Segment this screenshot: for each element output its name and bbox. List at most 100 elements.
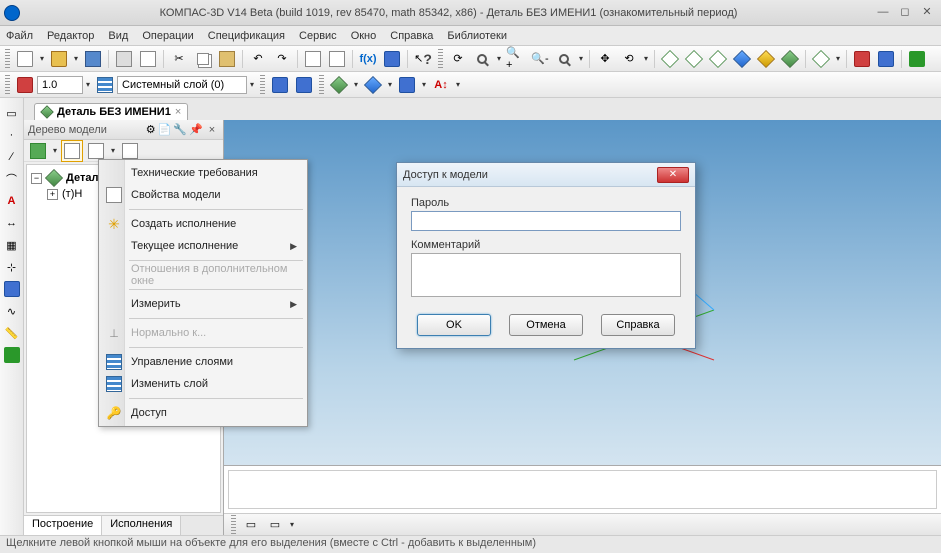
tree-tool-icon[interactable]: ⚙ xyxy=(146,123,156,136)
orient-dropdown[interactable]: ▾ xyxy=(833,48,843,70)
zoom-out-button[interactable]: 🔍- xyxy=(529,48,551,70)
context-menu-item[interactable]: Технические требования xyxy=(101,162,305,184)
cancel-button[interactable]: Отмена xyxy=(509,314,583,336)
curve-tool[interactable]: ∿ xyxy=(2,301,22,321)
view-perspective-button[interactable] xyxy=(779,48,801,70)
plane-dropdown[interactable]: ▾ xyxy=(419,74,429,96)
revolve-dropdown[interactable]: ▾ xyxy=(385,74,395,96)
help-cursor-button[interactable]: ↖? xyxy=(412,48,434,70)
copy-button[interactable] xyxy=(192,48,214,70)
text-button[interactable]: A↕ xyxy=(430,74,452,96)
view-wire-button[interactable] xyxy=(683,48,705,70)
view-shaded-edges-button[interactable] xyxy=(755,48,777,70)
layer-select[interactable] xyxy=(117,76,247,94)
paste-button[interactable] xyxy=(216,48,238,70)
toolbar-grip[interactable] xyxy=(260,75,265,95)
tree-tool-icon[interactable]: 🔧 xyxy=(173,123,187,136)
extrude-dropdown[interactable]: ▾ xyxy=(351,74,361,96)
fx-button[interactable]: f(x) xyxy=(357,48,379,70)
vars-button[interactable] xyxy=(381,48,403,70)
context-menu-item[interactable]: Измерить▶ xyxy=(101,293,305,315)
open-button[interactable] xyxy=(48,48,70,70)
view-hidden-button[interactable] xyxy=(707,48,729,70)
text-tool[interactable]: A xyxy=(2,191,22,211)
axis-tool[interactable]: ⊹ xyxy=(2,257,22,277)
maximize-button[interactable]: ◻ xyxy=(895,5,915,21)
menu-window[interactable]: Окно xyxy=(351,30,377,42)
toolbar-grip[interactable] xyxy=(319,75,324,95)
toolbar-grip[interactable] xyxy=(438,49,443,69)
menu-operations[interactable]: Операции xyxy=(142,30,193,42)
zoom-fit-button[interactable] xyxy=(471,48,493,70)
undo-button[interactable]: ↶ xyxy=(247,48,269,70)
orbit-dropdown[interactable]: ▾ xyxy=(641,48,651,70)
extrude-button[interactable] xyxy=(328,74,350,96)
menu-libraries[interactable]: Библиотеки xyxy=(447,30,507,42)
context-menu-item[interactable]: Управление слоями xyxy=(101,351,305,373)
ok-button[interactable]: OK xyxy=(417,314,491,336)
new-dropdown[interactable]: ▾ xyxy=(37,48,47,70)
dimension-tool[interactable]: ↔ xyxy=(2,213,22,233)
zoom-in-button[interactable]: 🔍+ xyxy=(505,48,527,70)
orbit-button[interactable]: ⟲ xyxy=(618,48,640,70)
comment-textarea[interactable] xyxy=(411,253,681,297)
toolbar-grip[interactable] xyxy=(231,515,236,535)
print-button[interactable] xyxy=(113,48,135,70)
menu-service[interactable]: Сервис xyxy=(299,30,337,42)
tree-btn-1[interactable] xyxy=(27,140,49,162)
toolbar-grip[interactable] xyxy=(5,75,10,95)
stop-button[interactable] xyxy=(14,74,36,96)
close-tab-button[interactable]: × xyxy=(175,106,181,118)
render-button[interactable] xyxy=(851,48,873,70)
edit-sketch-button[interactable] xyxy=(293,74,315,96)
close-window-button[interactable]: ✕ xyxy=(917,5,937,21)
menu-view[interactable]: Вид xyxy=(108,30,128,42)
expand-icon[interactable]: + xyxy=(47,189,58,200)
scale-dropdown[interactable]: ▾ xyxy=(83,74,93,96)
context-menu-item[interactable]: ✳Создать исполнение xyxy=(101,213,305,235)
password-input[interactable] xyxy=(411,211,681,231)
menu-specification[interactable]: Спецификация xyxy=(208,30,285,42)
rebuild-button[interactable] xyxy=(906,48,928,70)
plane-button[interactable] xyxy=(396,74,418,96)
section-button[interactable] xyxy=(875,48,897,70)
revolve-button[interactable] xyxy=(362,74,384,96)
expand-icon[interactable]: − xyxy=(31,173,42,184)
pan-button[interactable]: ✥ xyxy=(594,48,616,70)
dialog-titlebar[interactable]: Доступ к модели ✕ xyxy=(397,163,695,187)
arc-tool[interactable]: ⌒ xyxy=(2,169,22,189)
save-button[interactable] xyxy=(82,48,104,70)
new-button[interactable] xyxy=(14,48,36,70)
tree-btn-2[interactable] xyxy=(61,140,83,162)
open-dropdown[interactable]: ▾ xyxy=(71,48,81,70)
orient-button[interactable] xyxy=(810,48,832,70)
tab-build[interactable]: Построение xyxy=(24,516,102,535)
refresh-button[interactable]: ⟳ xyxy=(447,48,469,70)
point-tool[interactable]: · xyxy=(2,125,22,145)
preview-button[interactable] xyxy=(137,48,159,70)
bottom-btn[interactable]: ▭ xyxy=(240,514,262,536)
menu-help[interactable]: Справка xyxy=(390,30,433,42)
sketch-button[interactable] xyxy=(269,74,291,96)
tab-executions[interactable]: Исполнения xyxy=(102,516,181,535)
layer-dropdown[interactable]: ▾ xyxy=(247,74,257,96)
doc1-button[interactable] xyxy=(302,48,324,70)
menu-file[interactable]: Файл xyxy=(6,30,33,42)
doc2-button[interactable] xyxy=(326,48,348,70)
tree-btn-1-dd[interactable]: ▾ xyxy=(50,140,60,162)
layers-button[interactable] xyxy=(94,74,116,96)
surface-tool[interactable] xyxy=(2,279,22,299)
pin-icon[interactable]: 📌 xyxy=(189,123,203,136)
measure-tool[interactable]: 📏 xyxy=(2,323,22,343)
document-tab[interactable]: Деталь БЕЗ ИМЕНИ1 × xyxy=(34,103,188,120)
help-button[interactable]: Справка xyxy=(601,314,675,336)
line-tool[interactable]: ∕ xyxy=(2,147,22,167)
command-area[interactable] xyxy=(228,470,937,509)
text-dropdown[interactable]: ▾ xyxy=(453,74,463,96)
view-iso-button[interactable] xyxy=(659,48,681,70)
context-menu-item[interactable]: Текущее исполнение▶ xyxy=(101,235,305,257)
bottom-btn[interactable]: ▭ xyxy=(264,514,286,536)
cut-button[interactable]: ✂ xyxy=(168,48,190,70)
tree-tool-icon[interactable]: 📄 xyxy=(158,123,172,136)
menu-editor[interactable]: Редактор xyxy=(47,30,94,42)
